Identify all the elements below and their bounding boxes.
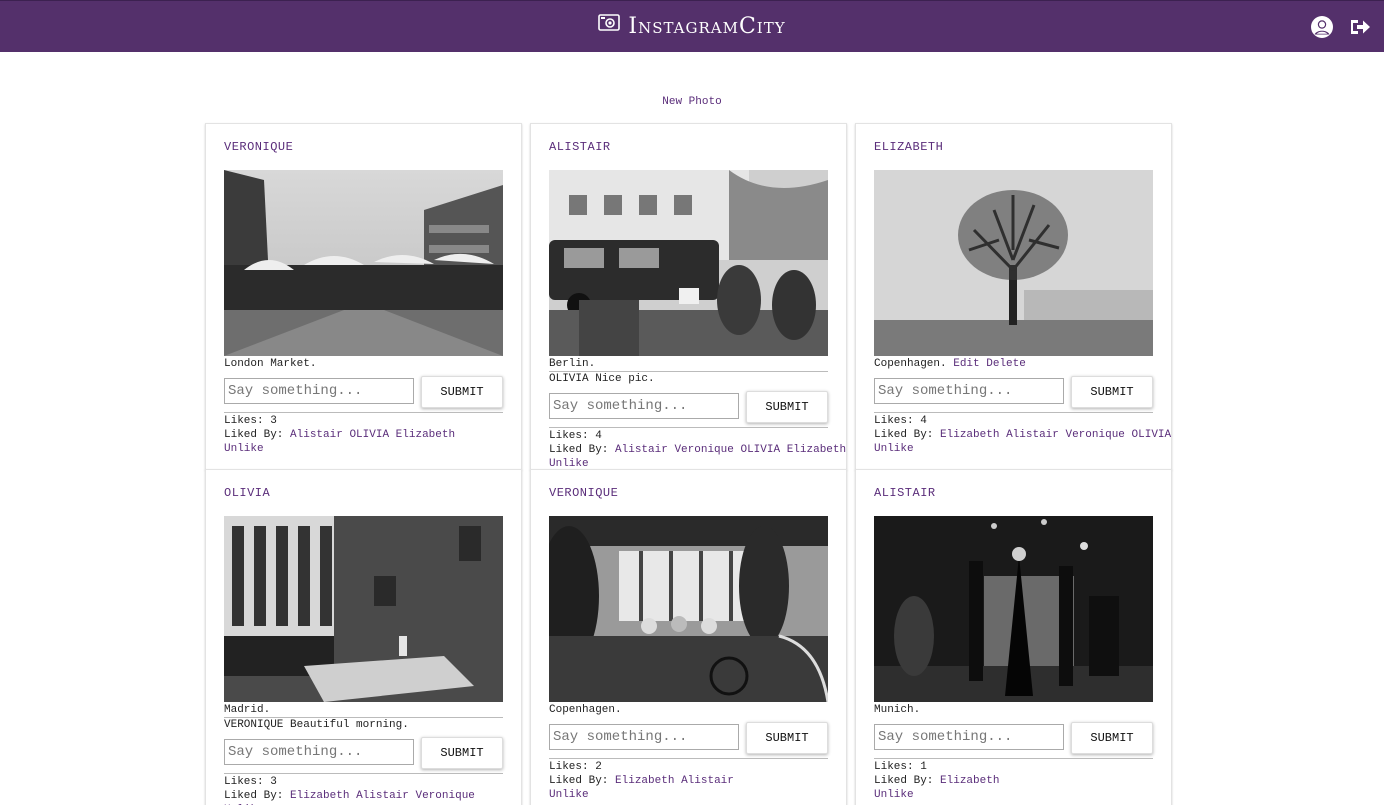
comment-form: SUBMIT	[549, 391, 828, 423]
divider	[874, 758, 1153, 759]
liked-by-list: Liked By: Elizabeth	[874, 775, 1000, 787]
post-card: OLIVIA Madrid. VERONIQUE Beautiful morni…	[205, 469, 522, 805]
divider	[224, 717, 503, 718]
comment-form: SUBMIT	[874, 722, 1153, 754]
liked-by-list: Liked By: Elizabeth Alistair Veronique	[224, 790, 475, 802]
unlike-link[interactable]: Unlike	[549, 788, 589, 802]
liker-link[interactable]: Elizabeth	[615, 775, 674, 787]
submit-button[interactable]: SUBMIT	[746, 391, 828, 423]
comment-input[interactable]	[224, 378, 414, 404]
likes-count: Likes: 4	[874, 415, 927, 427]
post-author[interactable]: VERONIQUE	[224, 140, 293, 154]
liker-link[interactable]: Elizabeth	[396, 429, 455, 441]
liker-link[interactable]: Alistair	[681, 775, 734, 787]
comment-input[interactable]	[549, 393, 739, 419]
likes-count: Likes: 3	[224, 776, 277, 788]
brand[interactable]: InstagramCity	[0, 14, 1384, 40]
post-caption: Copenhagen. Edit Delete	[874, 358, 1026, 370]
comment: OLIVIA Nice pic.	[549, 373, 655, 385]
divider	[549, 427, 828, 428]
comment-input[interactable]	[549, 724, 739, 750]
edit-link[interactable]: Edit	[953, 358, 979, 370]
divider	[224, 773, 503, 774]
liker-link[interactable]: Veronique	[1065, 429, 1124, 441]
divider	[874, 412, 1153, 413]
post-author[interactable]: ELIZABETH	[874, 140, 943, 154]
post-photo	[224, 516, 503, 702]
liked-by-list: Liked By: Elizabeth Alistair Veronique O…	[874, 429, 1172, 441]
submit-button[interactable]: SUBMIT	[1071, 722, 1153, 754]
submit-button[interactable]: SUBMIT	[421, 737, 503, 769]
sign-out-icon[interactable]	[1348, 15, 1372, 39]
submit-button[interactable]: SUBMIT	[1071, 376, 1153, 408]
liked-by-list: Liked By: Alistair OLIVIA Elizabeth	[224, 429, 456, 441]
top-navbar: InstagramCity	[0, 0, 1384, 52]
comment-form: SUBMIT	[224, 737, 503, 769]
post-caption: Copenhagen.	[549, 704, 622, 716]
unlike-link[interactable]: Unlike	[224, 442, 264, 456]
post-card: ELIZABETH Copenhagen. Edit Delete SUBMIT…	[855, 123, 1172, 470]
liker-link[interactable]: Alistair	[615, 444, 668, 456]
divider	[549, 371, 828, 372]
comment-input[interactable]	[874, 378, 1064, 404]
unlike-link[interactable]: Unlike	[874, 788, 914, 802]
delete-link[interactable]: Delete	[986, 358, 1026, 370]
liker-link[interactable]: Veronique	[415, 790, 474, 802]
new-photo-container: New Photo	[0, 96, 1384, 108]
liker-link[interactable]: Elizabeth	[290, 790, 349, 802]
comment-author: VERONIQUE	[224, 719, 284, 731]
likes-count: Likes: 1	[874, 761, 927, 773]
post-caption: Munich.	[874, 704, 921, 716]
likes-count: Likes: 3	[224, 415, 277, 427]
comment-form: SUBMIT	[874, 376, 1153, 408]
liker-link[interactable]: Alistair	[1006, 429, 1059, 441]
post-photo	[549, 170, 828, 356]
app-title: InstagramCity	[628, 14, 786, 39]
post-card: VERONIQUE London Market. SUBMIT Likes: 3…	[205, 123, 522, 470]
liker-link[interactable]: OLIVIA	[1132, 429, 1172, 441]
liker-link[interactable]: Elizabeth	[940, 429, 999, 441]
liker-link[interactable]: OLIVIA	[349, 429, 389, 441]
post-photo	[874, 170, 1153, 356]
user-circle-icon[interactable]	[1310, 15, 1334, 39]
liked-by-list: Liked By: Elizabeth Alistair	[549, 775, 734, 787]
post-author[interactable]: ALISTAIR	[549, 140, 611, 154]
liked-by-list: Liked By: Alistair Veronique OLIVIA Eliz…	[549, 444, 847, 456]
likes-count: Likes: 2	[549, 761, 602, 773]
post-photo	[224, 170, 503, 356]
post-caption: Madrid.	[224, 704, 271, 716]
submit-button[interactable]: SUBMIT	[746, 722, 828, 754]
comment: VERONIQUE Beautiful morning.	[224, 719, 409, 731]
post-caption: Berlin.	[549, 358, 596, 370]
unlike-link[interactable]: Unlike	[874, 442, 914, 456]
post-photo	[549, 516, 828, 702]
liker-link[interactable]: OLIVIA	[740, 444, 780, 456]
submit-button[interactable]: SUBMIT	[421, 376, 503, 408]
post-card: VERONIQUE Copenhagen. SUBMIT Likes: 2 Li…	[530, 469, 847, 805]
new-photo-link[interactable]: New Photo	[662, 96, 721, 108]
camera-icon	[598, 12, 621, 38]
post-author[interactable]: OLIVIA	[224, 486, 270, 500]
comment-text: Nice pic.	[595, 373, 655, 385]
post-card: ALISTAIR Munich. SUBMIT Likes: 1 Liked B…	[855, 469, 1172, 805]
likes-count: Likes: 4	[549, 430, 602, 442]
liker-link[interactable]: Veronique	[674, 444, 733, 456]
post-caption: London Market.	[224, 358, 317, 370]
liker-link[interactable]: Alistair	[290, 429, 343, 441]
divider	[549, 758, 828, 759]
post-photo	[874, 516, 1153, 702]
post-author[interactable]: ALISTAIR	[874, 486, 936, 500]
liker-link[interactable]: Elizabeth	[787, 444, 846, 456]
liker-link[interactable]: Alistair	[356, 790, 409, 802]
comment-form: SUBMIT	[549, 722, 828, 754]
comment-input[interactable]	[224, 739, 414, 765]
post-card: ALISTAIR Berlin. OLIVIA Nice pic. Say so…	[530, 123, 847, 470]
divider	[224, 412, 503, 413]
post-author[interactable]: VERONIQUE	[549, 486, 618, 500]
liker-link[interactable]: Elizabeth	[940, 775, 999, 787]
comment-form: SUBMIT	[224, 376, 503, 408]
comment-text: Beautiful morning.	[290, 719, 409, 731]
comment-input[interactable]	[874, 724, 1064, 750]
comment-author: OLIVIA	[549, 373, 589, 385]
